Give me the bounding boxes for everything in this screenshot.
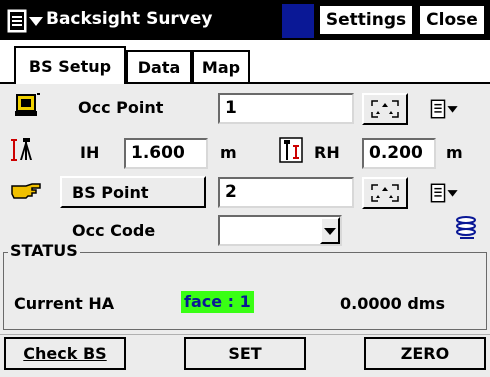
bs-point-button[interactable]: BS Point [60,176,206,208]
tab-data[interactable]: Data [126,50,192,82]
bs-point-map-button[interactable] [362,177,408,209]
map-points-icon [371,184,399,202]
ih-unit: m [220,143,237,162]
close-button[interactable]: Close [418,4,486,36]
face-indicator: face : 1 [181,291,254,313]
chevron-down-icon [324,227,336,235]
total-station-icon [10,92,42,120]
app-menu-button[interactable] [7,8,45,34]
status-group-label: STATUS [8,241,80,260]
ih-label: IH [80,143,100,162]
list-dropdown-icon [430,99,458,119]
rod-height-icon [276,136,308,164]
pointing-hand-icon [10,176,42,204]
menu-list-icon [7,9,43,33]
rh-label: RH [314,143,340,162]
current-ha-value: 0.0000 dms [340,294,445,313]
occ-point-label: Occ Point [78,98,164,117]
instrument-height-icon [10,136,42,164]
window-title: Backsight Survey [46,9,213,29]
set-button[interactable]: SET [184,337,306,370]
occ-point-list-dropdown[interactable] [430,94,462,124]
list-dropdown-icon [430,183,458,203]
occ-code-label: Occ Code [72,221,156,240]
rh-unit: m [446,143,463,162]
ih-field[interactable]: 1.600 [124,138,208,169]
feature-code-icon[interactable] [454,214,486,242]
rh-field[interactable]: 0.200 [362,138,436,169]
bs-point-field[interactable]: 2 [218,177,354,208]
zero-button[interactable]: ZERO [364,337,486,370]
occ-point-map-button[interactable] [362,93,408,125]
occ-code-dropdown-arrow[interactable] [320,217,340,244]
tab-map[interactable]: Map [192,50,250,82]
check-bs-button[interactable]: Check BS [4,337,126,370]
bs-point-list-dropdown[interactable] [430,178,462,208]
check-bs-label: Check BS [23,344,107,363]
current-ha-label: Current HA [14,294,115,313]
tab-bs-setup[interactable]: BS Setup [14,46,126,84]
map-points-icon [371,100,399,118]
settings-button[interactable]: Settings [318,4,414,36]
title-accent-block [282,4,314,38]
occ-point-field[interactable]: 1 [218,93,354,124]
